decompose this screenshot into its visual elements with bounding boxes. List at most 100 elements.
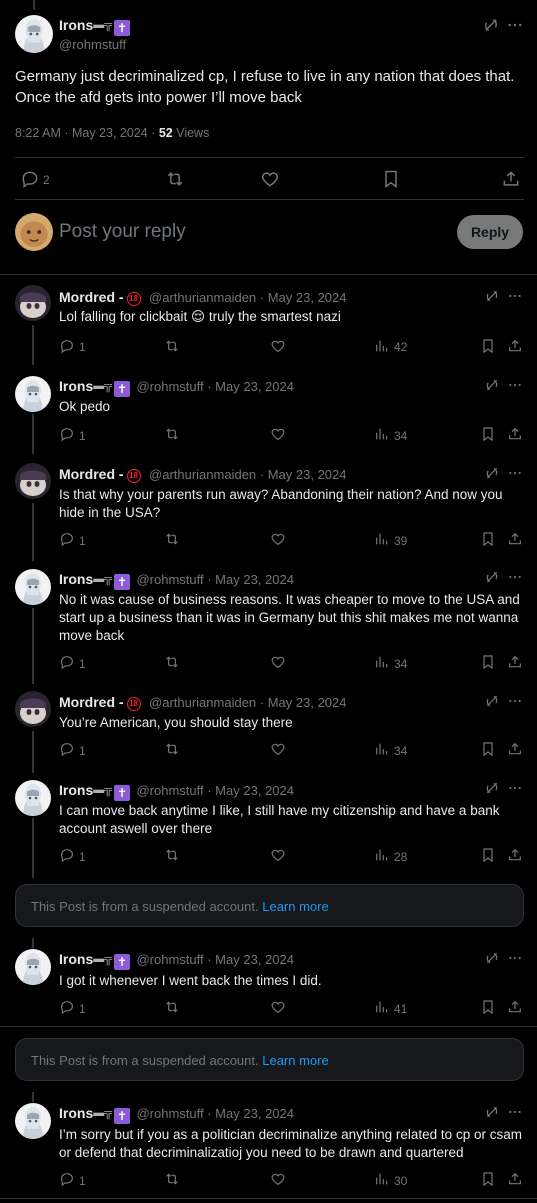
reply-icon[interactable] [59, 426, 75, 442]
more-icon[interactable] [507, 950, 523, 966]
avatar[interactable] [15, 691, 51, 727]
display-name[interactable]: Irons [59, 17, 93, 33]
handle-date[interactable]: @rohmstuff · May 23, 2024 [136, 572, 293, 587]
bookmark-icon[interactable] [381, 169, 401, 189]
retweet-icon[interactable] [164, 847, 180, 863]
reply-input[interactable] [59, 218, 439, 246]
bookmark-icon[interactable] [480, 338, 496, 354]
display-name[interactable]: Irons [59, 951, 93, 967]
like-icon[interactable] [270, 654, 286, 670]
retweet-icon[interactable] [164, 1171, 180, 1187]
more-icon[interactable] [507, 569, 523, 585]
avatar[interactable] [15, 1103, 51, 1139]
like-icon[interactable] [270, 531, 286, 547]
avatar[interactable] [15, 285, 51, 321]
reply-icon[interactable] [59, 999, 75, 1015]
display-name[interactable]: Irons [59, 1105, 93, 1121]
avatar[interactable] [15, 949, 51, 985]
bookmark-icon[interactable] [480, 531, 496, 547]
avatar[interactable] [15, 569, 51, 605]
handle-date[interactable]: @rohmstuff · May 23, 2024 [136, 783, 293, 798]
views-icon[interactable] [374, 741, 390, 757]
views-icon[interactable] [374, 338, 390, 354]
share-icon[interactable] [507, 531, 523, 547]
share-icon[interactable] [501, 169, 521, 189]
like-icon[interactable] [270, 847, 286, 863]
retweet-icon[interactable] [164, 426, 180, 442]
reply-icon[interactable] [59, 531, 75, 547]
handle-date[interactable]: @rohmstuff · May 23, 2024 [136, 379, 293, 394]
display-name[interactable]: Mordred - [59, 289, 124, 305]
grok-icon[interactable] [484, 1104, 500, 1120]
display-name[interactable]: Irons [59, 782, 93, 798]
display-name[interactable]: Mordred - [59, 466, 124, 482]
reply-icon[interactable] [20, 169, 40, 189]
bookmark-icon[interactable] [480, 847, 496, 863]
grok-icon[interactable] [484, 377, 500, 393]
handle-date[interactable]: @arthurianmaiden · May 23, 2024 [149, 467, 346, 482]
avatar[interactable] [15, 15, 53, 53]
views-icon[interactable] [374, 1171, 390, 1187]
share-icon[interactable] [507, 654, 523, 670]
like-icon[interactable] [270, 741, 286, 757]
avatar[interactable] [15, 463, 51, 499]
grok-icon[interactable] [484, 693, 500, 709]
grok-icon[interactable] [484, 288, 500, 304]
learn-more-link[interactable]: Learn more [262, 899, 328, 914]
views-icon[interactable] [374, 999, 390, 1015]
display-name[interactable]: Mordred - [59, 694, 124, 710]
post-handle[interactable]: @rohmstuff [59, 37, 126, 52]
share-icon[interactable] [507, 1171, 523, 1187]
like-icon[interactable] [270, 338, 286, 354]
more-icon[interactable] [507, 377, 523, 393]
share-icon[interactable] [507, 338, 523, 354]
like-icon[interactable] [270, 999, 286, 1015]
views-icon[interactable] [374, 426, 390, 442]
like-icon[interactable] [270, 1171, 286, 1187]
reply-icon[interactable] [59, 654, 75, 670]
reply-icon[interactable] [59, 847, 75, 863]
views-icon[interactable] [374, 847, 390, 863]
more-icon[interactable] [507, 465, 523, 481]
retweet-icon[interactable] [164, 654, 180, 670]
handle-date[interactable]: @rohmstuff · May 23, 2024 [136, 952, 293, 967]
more-icon[interactable] [506, 16, 524, 34]
reply-button[interactable]: Reply [457, 215, 523, 249]
avatar[interactable] [15, 376, 51, 412]
handle-date[interactable]: @rohmstuff · May 23, 2024 [136, 1106, 293, 1121]
more-icon[interactable] [507, 693, 523, 709]
grok-icon[interactable] [484, 465, 500, 481]
more-icon[interactable] [507, 1104, 523, 1120]
handle-date[interactable]: @arthurianmaiden · May 23, 2024 [149, 695, 346, 710]
share-icon[interactable] [507, 847, 523, 863]
avatar[interactable] [15, 780, 51, 816]
grok-icon[interactable] [482, 16, 500, 34]
share-icon[interactable] [507, 999, 523, 1015]
share-icon[interactable] [507, 741, 523, 757]
retweet-icon[interactable] [164, 741, 180, 757]
bookmark-icon[interactable] [480, 741, 496, 757]
bookmark-icon[interactable] [480, 426, 496, 442]
bookmark-icon[interactable] [480, 654, 496, 670]
bookmark-icon[interactable] [480, 999, 496, 1015]
reply-icon[interactable] [59, 338, 75, 354]
handle-date[interactable]: @arthurianmaiden · May 23, 2024 [149, 290, 346, 305]
reply-icon[interactable] [59, 741, 75, 757]
views-icon[interactable] [374, 654, 390, 670]
retweet-icon[interactable] [164, 338, 180, 354]
retweet-icon[interactable] [164, 999, 180, 1015]
reply-icon[interactable] [59, 1171, 75, 1187]
post-time[interactable]: 8:22 AM · May 23, 2024 · [15, 126, 159, 140]
grok-icon[interactable] [484, 780, 500, 796]
retweet-icon[interactable] [165, 169, 185, 189]
more-icon[interactable] [507, 780, 523, 796]
learn-more-link[interactable]: Learn more [262, 1053, 328, 1068]
more-icon[interactable] [507, 288, 523, 304]
like-icon[interactable] [260, 169, 280, 189]
views-icon[interactable] [374, 531, 390, 547]
grok-icon[interactable] [484, 950, 500, 966]
like-icon[interactable] [270, 426, 286, 442]
share-icon[interactable] [507, 426, 523, 442]
grok-icon[interactable] [484, 569, 500, 585]
bookmark-icon[interactable] [480, 1171, 496, 1187]
